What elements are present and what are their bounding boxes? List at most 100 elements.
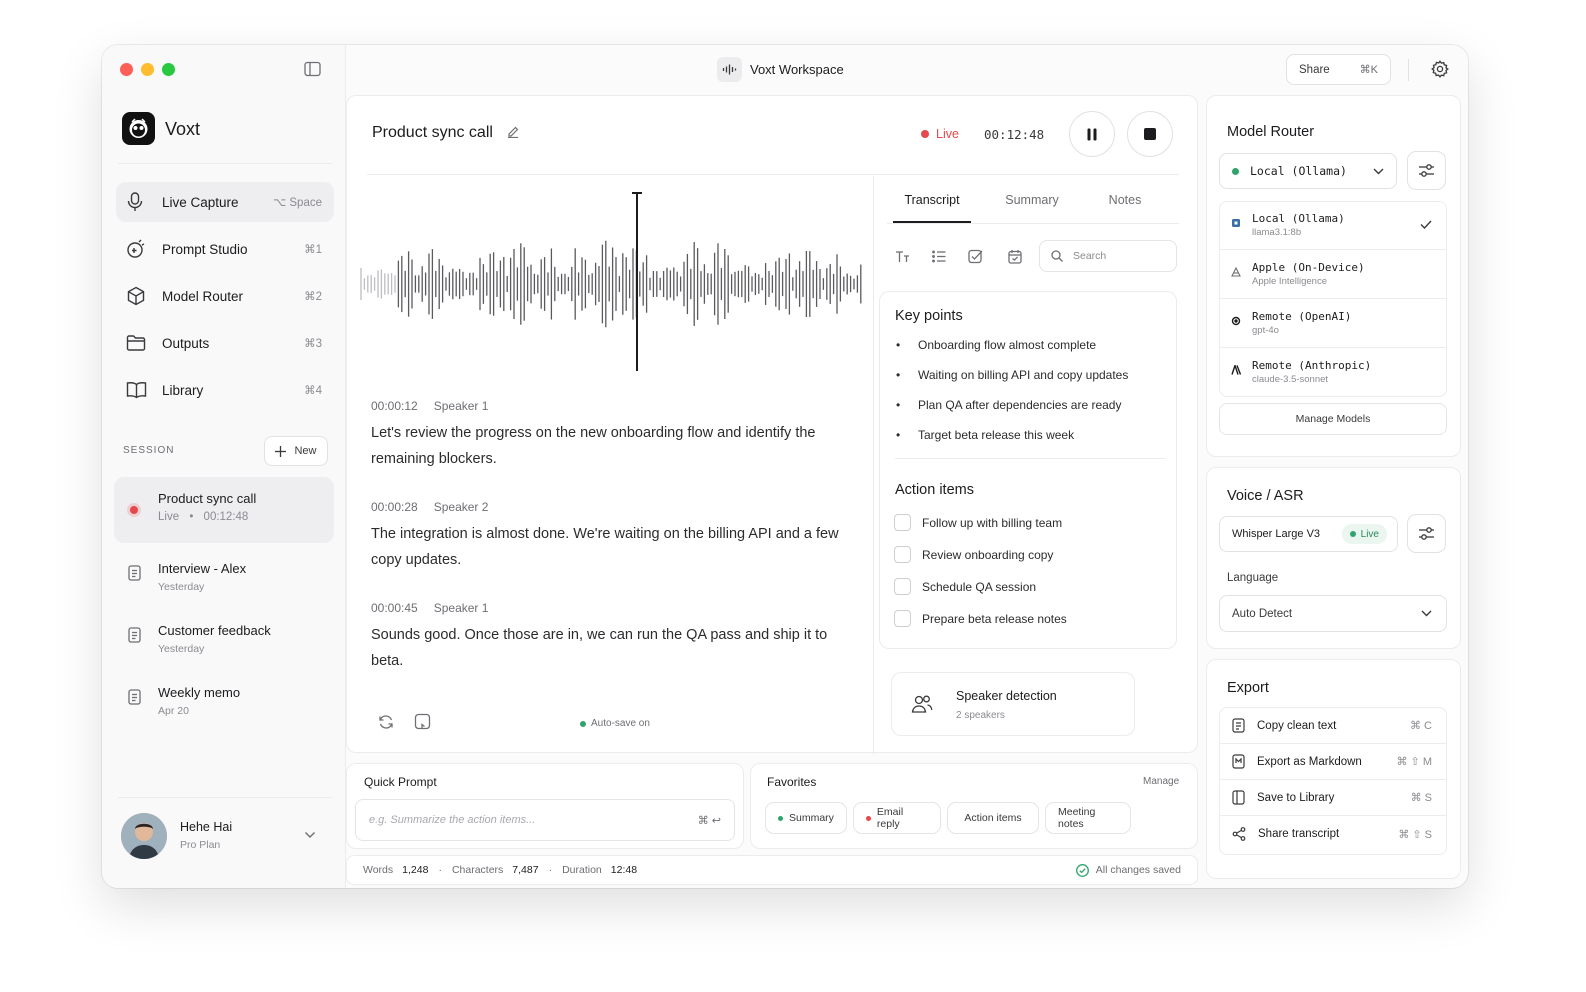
nav-prompt-studio[interactable]: Prompt Studio ⌘1: [116, 229, 334, 269]
separator-dot: •: [189, 511, 194, 523]
key-point-text: Waiting on billing API and copy updates: [918, 368, 1129, 382]
export-share-transcript[interactable]: Share transcript ⌘ ⇧ S: [1220, 816, 1446, 852]
action-item[interactable]: Schedule QA session: [894, 578, 1036, 595]
nav-library[interactable]: Library ⌘4: [116, 370, 334, 410]
nav-live-capture[interactable]: Live Capture ⌥ Space: [116, 182, 334, 222]
nav-shortcut: ⌘2: [304, 291, 322, 303]
transcript-entry: 00:00:28 Speaker 2 The integration is alm…: [371, 500, 841, 573]
action-item[interactable]: Follow up with billing team: [894, 514, 1062, 531]
asr-settings-button[interactable]: [1407, 514, 1446, 553]
checkbox[interactable]: [894, 578, 911, 595]
speaker-label: Speaker 1: [433, 601, 489, 615]
text-size-icon[interactable]: [895, 250, 910, 263]
session-item-weekly-memo[interactable]: Weekly memo Apr 20: [114, 671, 334, 737]
key-point-item: Target beta release this week: [896, 428, 1074, 442]
checkbox[interactable]: [894, 610, 911, 627]
manage-favorites-link[interactable]: Manage: [1143, 776, 1179, 787]
save-status-text: All changes saved: [1095, 864, 1181, 876]
model-detail: llama3.1:8b: [1252, 227, 1302, 238]
checkbox[interactable]: [894, 546, 911, 563]
quick-prompt-input[interactable]: e.g. Summarize the action items... ⌘ ↩: [355, 799, 735, 841]
stop-button[interactable]: [1127, 111, 1173, 157]
export-copy-clean-text[interactable]: Copy clean text ⌘ C: [1220, 708, 1446, 744]
session-title: Weekly memo: [158, 685, 241, 700]
close-window-button[interactable]: [120, 63, 133, 76]
asr-model-select[interactable]: Whisper Large V3 Live: [1219, 516, 1398, 552]
model-select[interactable]: Local (Ollama): [1219, 153, 1397, 189]
export-label: Save to Library: [1257, 791, 1335, 804]
share-button[interactable]: Share ⌘K: [1286, 54, 1391, 85]
action-item-text: Schedule QA session: [922, 579, 1037, 594]
chip-label: Email reply: [876, 806, 904, 830]
calendar-icon[interactable]: [1008, 249, 1022, 264]
sliders-icon: [1418, 163, 1435, 178]
timestamp: 00:00:28: [371, 500, 418, 514]
tab-notes[interactable]: Notes: [1089, 193, 1161, 207]
export-markdown[interactable]: Export as Markdown ⌘ ⇧ M: [1220, 744, 1446, 780]
app-window: Voxt Live Capture ⌥ Space Prompt Studio …: [102, 45, 1468, 888]
export-label: Share transcript: [1258, 828, 1340, 840]
export-save-library[interactable]: Save to Library ⌘ S: [1220, 780, 1446, 816]
bookmark-icon[interactable]: [414, 713, 431, 730]
voice-asr-title: Voice / ASR: [1227, 488, 1304, 504]
model-settings-button[interactable]: [1407, 151, 1446, 190]
document-icon: [128, 689, 141, 705]
action-item-text: Follow up with billing team: [922, 515, 1063, 530]
action-item[interactable]: Prepare beta release notes: [894, 610, 1067, 627]
waveform-app-icon: [717, 57, 742, 82]
session-item-product-sync[interactable]: Product sync call Live • 00:12:48: [114, 477, 334, 543]
model-option-local[interactable]: Local (Ollama) llama3.1:8b: [1220, 202, 1446, 250]
nav-model-router[interactable]: Model Router ⌘2: [116, 276, 334, 316]
edit-icon[interactable]: [507, 126, 519, 138]
minimize-window-button[interactable]: [141, 63, 154, 76]
refresh-icon[interactable]: [378, 714, 394, 730]
checkbox[interactable]: [894, 514, 911, 531]
sidebar-toggle-icon[interactable]: [304, 61, 321, 77]
model-option-apple[interactable]: Apple (On-Device) Apple Intelligence: [1220, 251, 1446, 299]
action-items-title: Action items: [895, 482, 974, 498]
anthropic-icon: [1231, 365, 1242, 375]
session-date: Yesterday: [158, 581, 205, 593]
export-label: Copy clean text: [1257, 719, 1337, 732]
model-option-openai[interactable]: Remote (OpenAI) gpt-4o: [1220, 300, 1446, 348]
tab-summary[interactable]: Summary: [993, 193, 1071, 207]
new-session-label: New: [294, 445, 317, 457]
user-plan: Pro Plan: [180, 839, 221, 851]
language-select[interactable]: Auto Detect: [1219, 595, 1447, 632]
favorite-summary[interactable]: Summary: [765, 802, 847, 834]
session-item-interview[interactable]: Interview - Alex Yesterday: [114, 547, 334, 613]
list-icon[interactable]: [932, 250, 946, 263]
session-item-customer-feedback[interactable]: Customer feedback Yesterday: [114, 609, 334, 675]
model-option-anthropic[interactable]: Remote (Anthropic) claude-3.5-sonnet: [1220, 349, 1446, 396]
share-icon: [1232, 827, 1246, 841]
utterance-text: The integration is almost done. We're wa…: [371, 526, 839, 568]
live-dot: [130, 506, 138, 514]
key-point-text: Onboarding flow almost complete: [918, 338, 1097, 352]
autosave-dot: [580, 721, 586, 727]
zoom-window-button[interactable]: [162, 63, 175, 76]
favorite-email-reply[interactable]: Email reply: [853, 802, 941, 834]
pause-button[interactable]: [1069, 111, 1115, 157]
tab-transcript[interactable]: Transcript: [893, 193, 971, 223]
favorite-action-items[interactable]: Action items: [947, 802, 1039, 834]
key-point-item: Waiting on billing API and copy updates: [896, 368, 1128, 382]
user-profile[interactable]: Hehe Hai Pro Plan: [114, 811, 334, 863]
gear-icon[interactable]: [1431, 60, 1449, 78]
new-session-button[interactable]: New: [264, 436, 328, 466]
export-panel: Export Copy clean text ⌘ C Export as Mar…: [1206, 659, 1461, 879]
chevron-down-icon: [304, 831, 316, 839]
column-divider: [873, 176, 874, 754]
stop-icon: [1144, 128, 1156, 140]
speaker-detection-card[interactable]: Speaker detection 2 speakers: [891, 672, 1135, 736]
checklist-icon[interactable]: [968, 249, 983, 264]
export-list: Copy clean text ⌘ C Export as Markdown ⌘…: [1219, 707, 1447, 855]
nav-outputs[interactable]: Outputs ⌘3: [116, 323, 334, 363]
manage-models-button[interactable]: Manage Models: [1219, 403, 1447, 435]
favorite-meeting-notes[interactable]: Meeting notes: [1045, 802, 1131, 834]
check-icon: [1420, 220, 1432, 229]
live-badge-label: Live: [1360, 528, 1379, 540]
search-input[interactable]: Search: [1039, 240, 1177, 272]
export-shortcut: ⌘ ⇧ S: [1398, 828, 1432, 841]
action-item[interactable]: Review onboarding copy: [894, 546, 1053, 563]
session-title: Product sync call: [158, 491, 257, 506]
